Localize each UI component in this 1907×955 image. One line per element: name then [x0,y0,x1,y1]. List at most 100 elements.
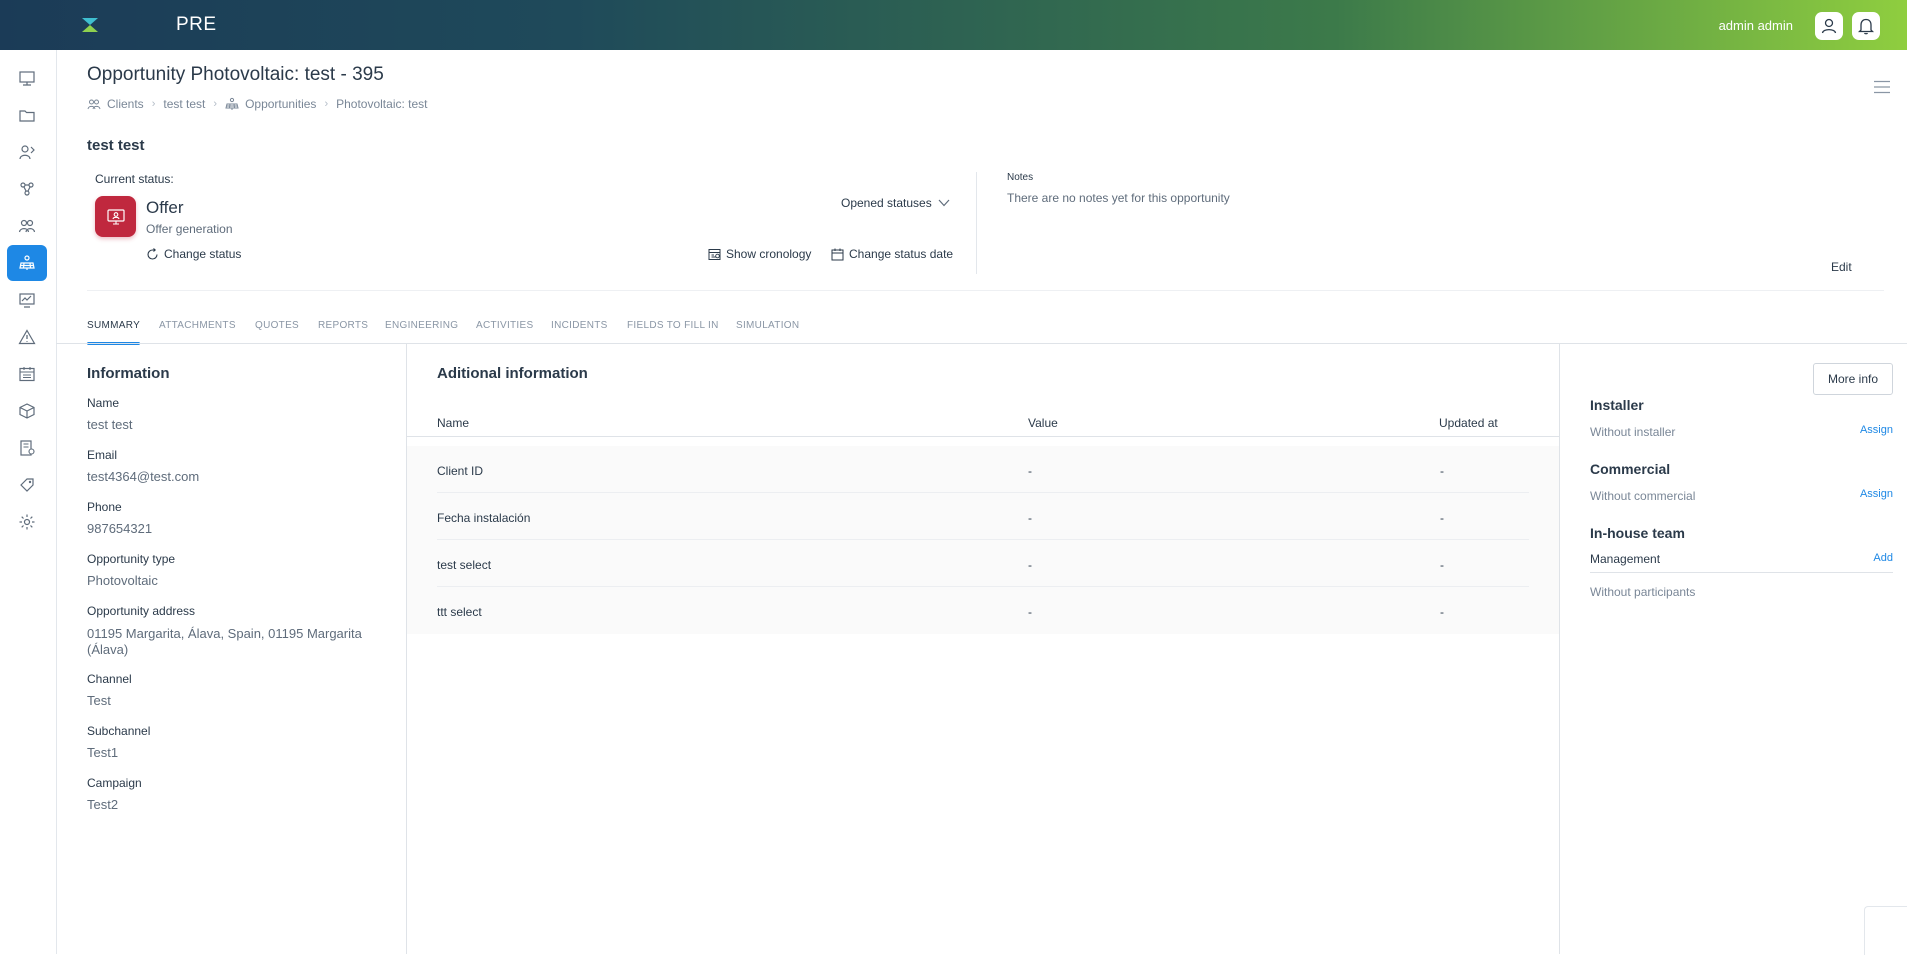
floating-widget[interactable] [1864,906,1907,955]
assign-installer-link[interactable]: Assign [1860,424,1893,436]
box-icon [19,403,35,419]
row-divider [437,492,1529,493]
offer-icon [106,208,125,225]
sidebar-item-incidents[interactable] [7,319,47,355]
column-header-value: Value [1028,416,1058,430]
table-cell: - [1028,464,1032,478]
tab-activities[interactable]: ACTIVITIES [476,320,533,331]
divider [1559,344,1560,954]
dashboard-icon [19,71,35,86]
chevron-right-icon: › [213,98,218,110]
field-value: 01195 Margarita, Álava, Spain, 01195 Mar… [87,626,362,657]
tab-quotes[interactable]: QUOTES [255,320,299,331]
row-divider [437,539,1529,540]
tab-reports[interactable]: REPORTS [318,320,368,331]
sidebar-item-opportunities[interactable] [7,245,47,281]
tag-icon [20,478,34,492]
column-header-name: Name [437,416,470,430]
installer-title: Installer [1590,397,1644,413]
table-cell: ttt select [437,605,482,619]
field-value: Test [87,693,111,708]
assign-commercial-link[interactable]: Assign [1860,488,1893,500]
opened-statuses-dropdown[interactable]: Opened statuses [841,196,950,210]
sidebar-item-products[interactable] [7,393,47,429]
sidebar-item-calendar[interactable] [7,356,47,392]
menu-icon[interactable] [1874,80,1890,94]
installer-text: Without installer [1590,425,1676,439]
sidebar-item-monitoring[interactable] [7,282,47,318]
sidebar-item-billing[interactable] [7,430,47,466]
sidebar-item-folders[interactable] [7,97,47,133]
tab-engineering[interactable]: ENGINEERING [385,320,458,331]
more-info-button[interactable]: More info [1813,363,1893,395]
tab-incidents[interactable]: INCIDENTS [551,320,608,331]
sidebar-item-promotions[interactable] [7,467,47,503]
table-cell: - [1440,464,1444,478]
row-divider [437,586,1529,587]
team-management-label: Management [1590,552,1661,566]
additional-info-table [407,446,1559,634]
status-name: Offer [146,198,184,217]
column-header-updated: Updated at [1439,416,1498,430]
change-status-label: Change status [164,247,242,261]
field-label: Subchannel [87,724,151,738]
warning-icon [18,329,36,345]
field-label: Opportunity type [87,552,176,566]
breadcrumb-client[interactable]: test test [163,97,205,111]
breadcrumb: Clients › test test › Opportunities › Ph… [87,96,428,112]
bell-icon [1858,18,1874,35]
user-button[interactable] [1815,12,1843,40]
monitor-icon [19,293,35,308]
commercial-title: Commercial [1590,461,1671,477]
logo-icon[interactable] [80,15,100,35]
change-status-date-button[interactable]: Change status date [831,247,953,261]
sidebar [0,50,57,954]
sidebar-item-network[interactable] [7,171,47,207]
breadcrumb-opportunities[interactable]: Opportunities [245,97,316,111]
status-substatus: Offer generation [146,222,233,236]
breadcrumb-current: Photovoltaic: test [336,97,428,111]
divider [407,436,1559,437]
tab-simulation[interactable]: SIMULATION [736,320,799,331]
field-value: 987654321 [87,521,153,536]
settings-icon [19,514,35,530]
tab-attachments[interactable]: ATTACHMENTS [159,320,236,331]
field-label: Phone [87,500,122,514]
information-title: Information [87,365,170,382]
notes-text: There are no notes yet for this opportun… [1007,191,1230,205]
show-cronology-button[interactable]: Show cronology [708,247,811,261]
field-label: Channel [87,672,132,686]
edit-notes-button[interactable]: Edit [1831,260,1852,274]
sidebar-item-clients[interactable] [7,208,47,244]
notifications-button[interactable] [1852,12,1880,40]
field-label: Opportunity address [87,604,196,618]
field-value: Test2 [87,797,119,812]
user-name[interactable]: admin admin [1719,18,1793,33]
notes-label: Notes [1007,172,1034,183]
top-bar: PRE admin admin [0,0,1907,50]
table-cell: test select [437,558,492,572]
solar-panel-icon [19,255,35,270]
sidebar-item-dashboard[interactable] [7,60,47,96]
field-label: Campaign [87,776,142,790]
tab-summary[interactable]: SUMMARY [87,320,140,331]
field-value: test test [87,417,133,432]
change-status-button[interactable]: Change status [146,247,241,261]
chevron-down-icon [938,199,950,207]
table-cell: - [1028,511,1032,525]
field-value: Photovoltaic [87,573,158,588]
current-status-label: Current status: [95,172,174,186]
sidebar-item-leads[interactable] [7,134,47,170]
timeline-icon [708,248,721,260]
chevron-right-icon: › [324,98,329,110]
field-label: Name [87,396,120,410]
add-participant-link[interactable]: Add [1873,552,1893,564]
divider [1590,572,1893,573]
breadcrumb-clients[interactable]: Clients [107,97,144,111]
table-cell: - [1440,511,1444,525]
sidebar-item-settings[interactable] [7,504,47,540]
divider [87,290,1884,291]
folder-icon [19,110,35,122]
change-status-date-label: Change status date [849,247,954,261]
tab-fields-to-fill-in[interactable]: FIELDS TO FILL IN [627,320,719,331]
